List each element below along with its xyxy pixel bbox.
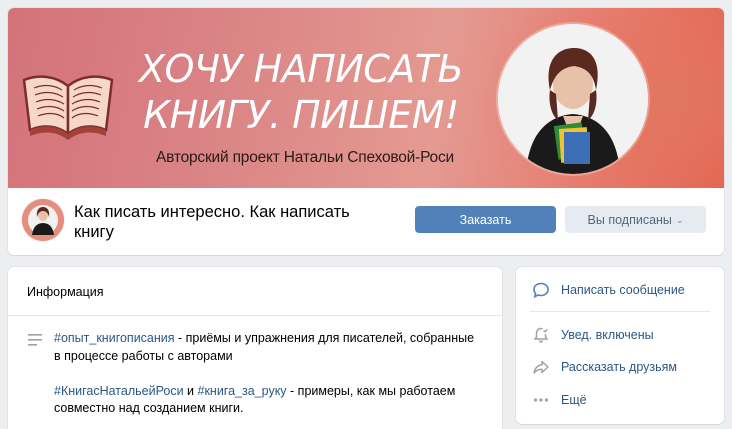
hashtag-link[interactable]: #опыт_книгописания [54, 331, 175, 345]
share-arrow-icon [532, 358, 550, 376]
cover-subtitle: Авторский проект Натальи Спеховой-Роси [156, 149, 454, 166]
share-label: Рассказать друзьям [561, 360, 678, 374]
more-menu[interactable]: Ещё [516, 385, 724, 415]
headline-line-2: КНИГУ. ПИШЕМ! [143, 93, 459, 137]
chevron-down-icon: ⌄ [675, 215, 684, 225]
divider [530, 311, 710, 312]
info-card: Информация #опыт_книгописания - приёмы и… [8, 267, 502, 429]
notifications-toggle[interactable]: Увед. включены [516, 320, 724, 350]
bell-check-icon [532, 326, 550, 344]
order-button[interactable]: Заказать [415, 206, 556, 233]
info-heading: Информация [27, 285, 104, 299]
chat-bubble-icon [532, 281, 550, 299]
book-icon [22, 75, 114, 140]
group-description: #опыт_книгописания - приёмы и упражнения… [54, 330, 484, 429]
send-message-label: Написать сообщение [561, 283, 685, 297]
subscribed-button-label: Вы подписаны [587, 212, 672, 227]
description-text: и [183, 383, 198, 398]
group-avatar[interactable] [22, 199, 64, 241]
cover-headline: ХОЧУ НАПИСАТЬ КНИГУ. ПИШЕМ! [136, 46, 466, 138]
more-dots-icon [532, 391, 550, 409]
hashtag-link[interactable]: #КнигасНатальейРоси [54, 384, 184, 398]
headline-line-1: ХОЧУ НАПИСАТЬ [138, 47, 464, 91]
group-header-card: ХОЧУ НАПИСАТЬ КНИГУ. ПИШЕМ! Авторский пр… [8, 8, 724, 255]
share-link[interactable]: Рассказать друзьям [516, 352, 724, 382]
send-message-link[interactable]: Написать сообщение [516, 275, 724, 305]
group-info-bar: Как писать интересно. Как написать книгу… [8, 188, 724, 255]
divider [8, 315, 502, 316]
menu-lines-icon [28, 334, 42, 346]
hashtag-link[interactable]: #книга_за_руку [198, 384, 287, 398]
subscribed-dropdown-button[interactable]: Вы подписаны ⌄ [565, 206, 706, 233]
group-title: Как писать интересно. Как написать книгу [74, 203, 350, 241]
description-paragraph-1: #опыт_книгописания - приёмы и упражнения… [54, 330, 484, 365]
more-label: Ещё [561, 393, 587, 407]
order-button-label: Заказать [459, 212, 512, 227]
cover-image: ХОЧУ НАПИСАТЬ КНИГУ. ПИШЕМ! Авторский пр… [8, 8, 724, 188]
actions-card: Написать сообщение Увед. включены Расска… [516, 267, 724, 424]
description-paragraph-2: #КнигасНатальейРоси и #книга_за_руку - п… [54, 383, 484, 418]
notifications-label: Увед. включены [561, 328, 654, 342]
author-photo [498, 24, 648, 174]
